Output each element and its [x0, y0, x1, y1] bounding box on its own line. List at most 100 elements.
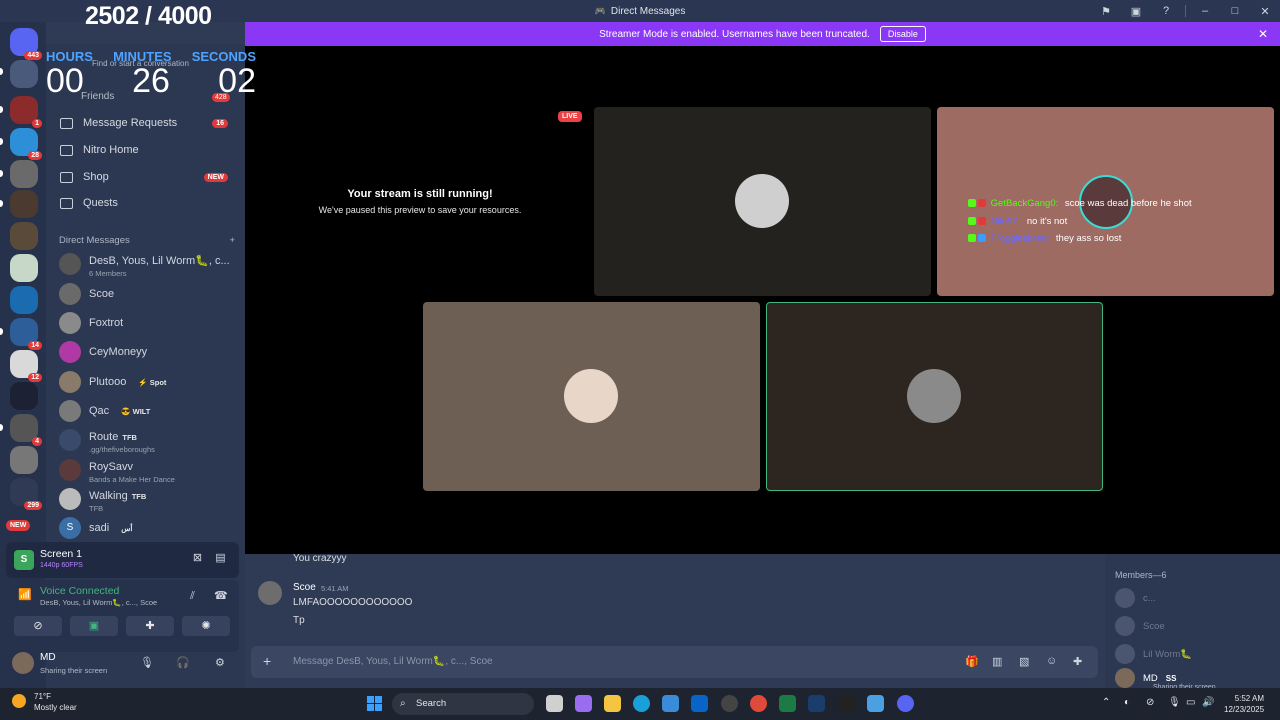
unread-pip — [0, 138, 3, 145]
member-item[interactable]: Scoe — [1115, 616, 1165, 636]
message-text: Tp — [293, 615, 305, 626]
timer-value: 26 — [132, 62, 170, 100]
server-icon[interactable]: 14 — [10, 318, 42, 350]
server-icon[interactable] — [10, 446, 38, 474]
soundboard-button[interactable]: ✺ — [182, 616, 230, 636]
server-icon[interactable] — [10, 382, 38, 410]
server-icon[interactable] — [10, 222, 38, 250]
noise-suppression-icon[interactable]: ⫽ — [190, 590, 195, 603]
server-icon[interactable] — [10, 254, 38, 282]
file-explorer-icon[interactable] — [604, 695, 621, 712]
apps-icon[interactable]: ✚ — [1073, 655, 1082, 668]
server-icon[interactable]: 299 — [10, 478, 42, 510]
server-icon[interactable]: 4 — [10, 414, 42, 446]
video-tile-speaking[interactable] — [766, 302, 1103, 491]
start-button[interactable] — [367, 696, 383, 712]
disconnect-icon[interactable]: ☎ — [214, 589, 228, 602]
activities-button[interactable]: ✚ — [126, 616, 174, 636]
tray-app-icon[interactable]: ◐ — [1124, 697, 1130, 708]
nav-shop[interactable]: Shop NEW — [52, 166, 238, 188]
task-view-icon[interactable] — [546, 695, 563, 712]
avatar — [59, 341, 81, 363]
server-icon[interactable] — [10, 286, 38, 314]
video-tile[interactable] — [423, 302, 760, 491]
headset-icon[interactable]: 🎧 — [176, 656, 190, 669]
home-button[interactable]: 443 — [10, 28, 42, 60]
disable-button[interactable]: Disable — [879, 26, 926, 42]
tray-app-icon[interactable]: ⊘ — [1146, 697, 1154, 708]
dm-item[interactable]: Foxtrot — [59, 310, 239, 336]
weather-icon — [12, 694, 26, 708]
message-author[interactable]: Scoe — [293, 582, 316, 593]
chevron-up-icon[interactable]: ⌃ — [1102, 697, 1110, 708]
minimize-button[interactable]: – — [1190, 5, 1220, 17]
obs-icon[interactable] — [721, 695, 738, 712]
edge-icon[interactable] — [633, 695, 650, 712]
close-button[interactable]: ✕ — [1250, 5, 1280, 18]
server-icon[interactable]: 1 — [10, 96, 42, 128]
copilot-icon[interactable] — [575, 695, 592, 712]
dm-item[interactable]: CeyMoneyy — [59, 339, 239, 365]
banner-close-icon[interactable]: ✕ — [1258, 27, 1268, 41]
inbox-icon[interactable]: ⚑ — [1091, 5, 1121, 18]
notepad-icon[interactable] — [867, 695, 884, 712]
avatar[interactable] — [12, 652, 34, 674]
dm-item[interactable]: DesB, Yous, Lil Worm🐛, c... 6 Members — [59, 251, 239, 278]
video-tile[interactable] — [594, 107, 931, 296]
sticker-icon[interactable]: ▧ — [1019, 655, 1029, 668]
member-item[interactable]: c... — [1115, 588, 1156, 608]
server-icon[interactable] — [10, 190, 38, 218]
nav-message-requests[interactable]: Message Requests 16 — [52, 112, 238, 134]
server-icon[interactable]: 12 — [10, 350, 42, 382]
unread-pip — [0, 424, 3, 431]
volume-icon[interactable]: 🔊 — [1202, 697, 1214, 708]
dm-item[interactable]: Plutooo ⚡ Spot — [59, 369, 239, 395]
server-icon[interactable] — [10, 60, 38, 88]
emoji-icon[interactable]: ☺ — [1046, 655, 1057, 667]
nav-label: Quests — [83, 197, 118, 209]
dm-item[interactable]: S sadi أس — [59, 515, 239, 541]
plus-icon[interactable]: + — [263, 653, 271, 669]
chrome-icon[interactable] — [750, 695, 767, 712]
unread-pip — [0, 170, 3, 177]
dm-item[interactable]: Route TFB .gg/thefiveboroughs — [59, 427, 239, 454]
dm-item[interactable]: Qac 😎 WILT — [59, 398, 239, 424]
gear-icon[interactable]: ⚙ — [215, 656, 225, 669]
gif-icon[interactable]: ▥ — [992, 655, 1002, 668]
badge-icon — [968, 217, 976, 226]
steam-icon[interactable] — [808, 695, 825, 712]
share-screen-button[interactable]: ▣ — [70, 616, 118, 636]
store-icon[interactable] — [662, 695, 679, 712]
server-icon[interactable]: 28 — [10, 128, 42, 160]
nav-label: Message Requests — [83, 117, 178, 129]
camera-off-button[interactable]: ⊘ — [14, 616, 62, 636]
clock[interactable]: 5:52 AM 12/23/2025 — [1224, 693, 1264, 715]
discord-icon[interactable] — [897, 695, 914, 712]
maximize-button[interactable]: □ — [1220, 5, 1250, 17]
nav-nitro-home[interactable]: Nitro Home — [52, 139, 238, 161]
screen-icon[interactable]: ▣ — [1121, 5, 1151, 18]
dm-item[interactable]: RoySavv Bands a Make Her Dance — [59, 457, 239, 484]
stream-settings-icon[interactable]: ▤ — [214, 552, 227, 565]
avatar — [59, 312, 81, 334]
taskbar-search[interactable]: ⌕ Search — [392, 693, 534, 715]
message-composer[interactable]: + Message DesB, Yous, Lil Worm🐛, c..., S… — [251, 646, 1098, 678]
nav-quests[interactable]: Quests — [52, 192, 238, 214]
avatar[interactable] — [258, 581, 282, 605]
window-title: Direct Messages — [610, 5, 686, 17]
server-icon[interactable] — [10, 160, 38, 188]
outlook-icon[interactable] — [691, 695, 708, 712]
dm-item[interactable]: Scoe — [59, 281, 239, 307]
mic-icon[interactable]: 🎙 — [140, 656, 154, 669]
excel-icon[interactable] — [779, 695, 796, 712]
dm-item[interactable]: Walking TFB TFB — [59, 486, 239, 513]
capcut-icon[interactable] — [838, 695, 855, 712]
voice-status[interactable]: Voice Connected — [40, 585, 119, 597]
gift-icon[interactable]: 🎁 — [965, 655, 979, 668]
member-item[interactable]: Lil Worm🐛 — [1115, 644, 1192, 664]
add-dm-icon[interactable]: + — [229, 235, 235, 246]
mic-icon[interactable]: 🎙 — [1168, 697, 1181, 708]
help-icon[interactable]: ? — [1151, 5, 1181, 17]
stop-stream-icon[interactable]: ⊠ — [191, 552, 204, 565]
network-icon[interactable]: ▭ — [1186, 697, 1195, 708]
